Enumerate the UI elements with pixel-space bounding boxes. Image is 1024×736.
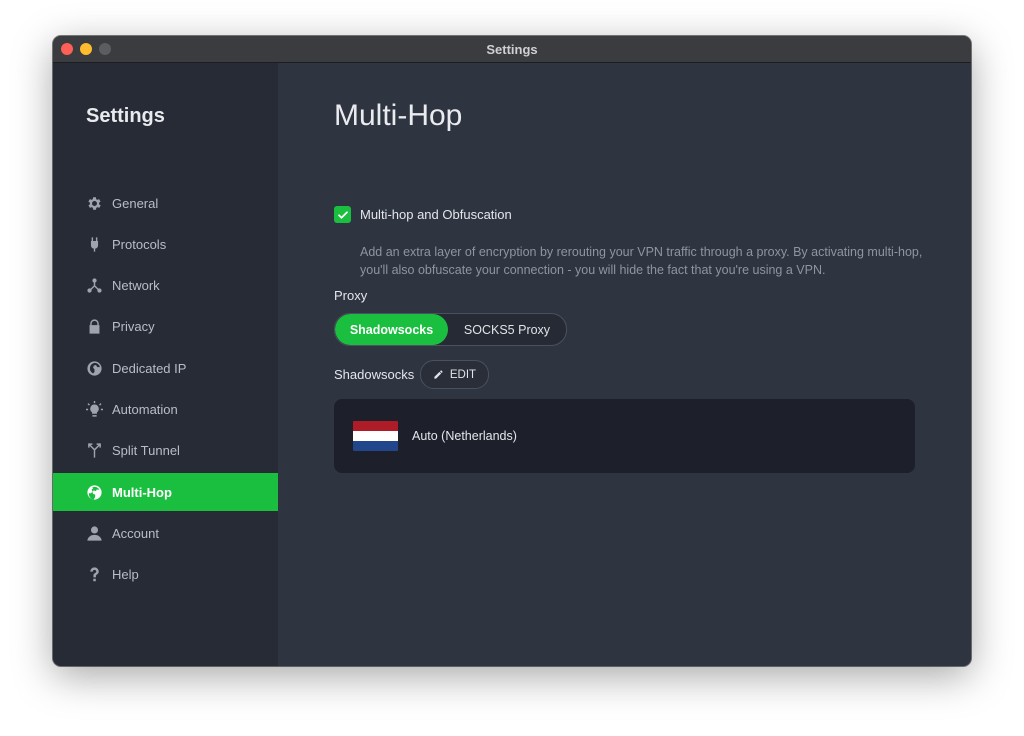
sidebar-item-privacy[interactable]: Privacy	[53, 308, 278, 346]
sidebar-item-help[interactable]: Help	[53, 556, 278, 594]
sidebar-item-automation[interactable]: Automation	[53, 390, 278, 428]
sidebar-item-label: Network	[112, 278, 160, 294]
sidebar: Settings General Protocols Network Priva…	[53, 63, 278, 666]
gear-icon	[86, 195, 103, 212]
sidebar-item-label: Split Tunnel	[112, 443, 180, 459]
multihop-description: Add an extra layer of encryption by rero…	[360, 245, 923, 277]
sidebar-item-label: General	[112, 195, 159, 211]
network-icon	[86, 277, 103, 294]
sidebar-item-general[interactable]: General	[53, 184, 278, 222]
sidebar-item-split-tunnel[interactable]: Split Tunnel	[53, 432, 278, 470]
sidebar-item-network[interactable]: Network	[53, 267, 278, 305]
question-icon	[86, 566, 103, 583]
sidebar-item-multi-hop[interactable]: Multi-Hop	[53, 473, 278, 512]
flag-stripe-red	[353, 421, 398, 431]
server-card[interactable]: Auto (Netherlands)	[334, 399, 915, 473]
sidebar-item-label: Privacy	[112, 319, 155, 335]
sidebar-title: Settings	[86, 105, 165, 127]
window-controls	[61, 43, 111, 55]
dedicated-ip-icon	[86, 360, 103, 377]
window-title: Settings	[486, 41, 538, 57]
shadowsocks-label: Shadowsocks	[334, 367, 415, 382]
settings-window: Settings Settings General Protocols Netw…	[53, 36, 971, 666]
protocols-icon	[86, 236, 103, 253]
flag-stripe-white	[353, 431, 398, 441]
sidebar-item-label: Automation	[112, 401, 178, 417]
close-window-button[interactable]	[61, 43, 73, 55]
lock-icon	[86, 318, 103, 335]
proxy-option-shadowsocks[interactable]: Shadowsocks	[335, 314, 448, 345]
sidebar-item-protocols[interactable]: Protocols	[53, 225, 278, 263]
pencil-icon	[434, 370, 443, 379]
split-tunnel-icon	[86, 442, 103, 459]
sidebar-item-account[interactable]: Account	[53, 514, 278, 552]
sidebar-item-label: Protocols	[112, 236, 167, 252]
main-content: Multi-Hop Multi-hop and Obfuscation Add …	[278, 63, 971, 666]
multihop-toggle-row[interactable]: Multi-hop and Obfuscation	[334, 206, 512, 223]
multihop-checkbox[interactable]	[334, 206, 351, 223]
proxy-label: Proxy	[334, 288, 368, 303]
automation-icon	[86, 400, 103, 418]
checkmark-icon	[337, 210, 348, 219]
proxy-selector: Shadowsocks SOCKS5 Proxy	[334, 313, 567, 346]
globe-icon	[86, 484, 103, 501]
person-icon	[86, 525, 103, 542]
multihop-label: Multi-hop and Obfuscation	[360, 207, 512, 222]
proxy-option-socks5[interactable]: SOCKS5 Proxy	[448, 314, 566, 345]
netherlands-flag-icon	[353, 421, 398, 451]
edit-button[interactable]: EDIT	[420, 360, 489, 389]
sidebar-item-label: Account	[112, 525, 159, 541]
page-title: Multi-Hop	[334, 99, 463, 132]
sidebar-item-label: Multi-Hop	[112, 484, 172, 500]
sidebar-nav: General Protocols Network Privacy Dedica…	[53, 184, 278, 597]
server-name: Auto (Netherlands)	[412, 429, 517, 443]
sidebar-item-label: Help	[112, 567, 139, 583]
zoom-window-button[interactable]	[99, 43, 111, 55]
flag-stripe-blue	[353, 441, 398, 451]
minimize-window-button[interactable]	[80, 43, 92, 55]
sidebar-item-label: Dedicated IP	[112, 360, 187, 376]
edit-button-label: EDIT	[449, 368, 477, 381]
sidebar-item-dedicated-ip[interactable]: Dedicated IP	[53, 349, 278, 387]
title-bar: Settings	[53, 36, 971, 63]
